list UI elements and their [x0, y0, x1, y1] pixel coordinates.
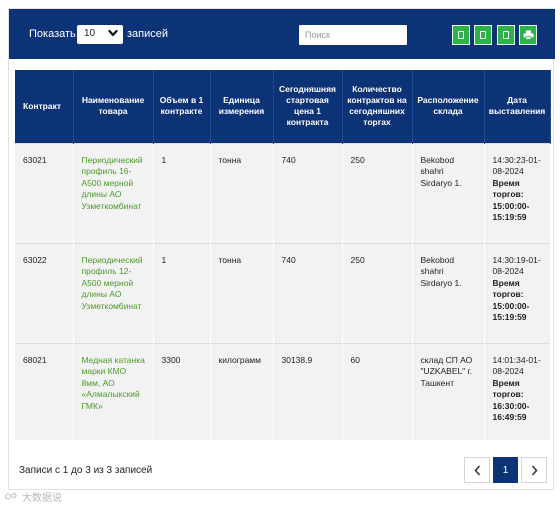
current-page-number: 1 — [502, 464, 509, 476]
trade-time-label: Время торгов: — [492, 277, 524, 300]
cell-start-price: 30138.9 — [273, 342, 343, 440]
cell-contract-count: 250 — [342, 142, 413, 243]
cell-volume: 3300 — [153, 342, 211, 440]
cell-contract: 63021 — [15, 142, 74, 243]
cell-listing-date: 14:01:34-01-08-2024 Время торгов: 16:30:… — [484, 342, 551, 440]
cell-start-price: 740 — [273, 142, 343, 243]
table-row: 63022 Периодический профиль 12-A500 мерн… — [15, 242, 551, 343]
product-name-link[interactable]: Периодический профиль 12-A500 мерной дли… — [73, 242, 154, 343]
cell-warehouse: склад СП АО "UZKABEL" г. Ташкент — [412, 342, 485, 440]
trade-time-range: 16:30:00-16:49:59 — [492, 400, 530, 423]
product-name-link[interactable]: Периодический профиль 16-A500 мерной дли… — [73, 142, 154, 243]
column-header-listing-date[interactable]: Дата выставления — [484, 70, 551, 143]
excel-button[interactable] — [497, 25, 515, 45]
trade-time-range: 15:00:00-15:19:59 — [492, 200, 530, 223]
listing-datetime: 14:30:23-01-08-2024 — [492, 154, 541, 177]
trade-time-label: Время торгов: — [492, 177, 524, 200]
page-length-label-prefix: Показать — [29, 28, 76, 40]
column-header-start-price[interactable]: Сегодняшняя стартовая цена 1 контракта — [273, 70, 343, 143]
contracts-table: Контракт Наименование товара Объем в 1 к… — [15, 70, 551, 440]
next-page-button[interactable] — [521, 457, 547, 483]
cell-unit: тонна — [210, 242, 274, 343]
column-header-unit[interactable]: Единица измерения — [210, 70, 274, 143]
column-header-contract[interactable]: Контракт — [15, 70, 74, 143]
previous-page-button[interactable] — [464, 457, 490, 483]
chevron-right-icon — [531, 465, 538, 475]
column-header-product-name[interactable]: Наименование товара — [73, 70, 154, 143]
table-info-text: Записи с 1 до 3 из 3 записей — [19, 465, 153, 476]
cell-listing-date: 14:30:23-01-08-2024 Время торгов: 15:00:… — [484, 142, 551, 243]
table-row: 63021 Периодический профиль 16-A500 мерн… — [15, 142, 551, 243]
table-toolbar: Показать 10 записей Поиск — [9, 9, 555, 59]
cell-start-price: 740 — [273, 242, 343, 343]
listing-datetime: 14:01:34-01-08-2024 — [492, 354, 541, 377]
page-button-current[interactable]: 1 — [493, 457, 518, 483]
cell-listing-date: 14:30:19-01-08-2024 Время торгов: 15:00:… — [484, 242, 551, 343]
column-header-contract-count[interactable]: Количество контрактов на сегодняшних тор… — [342, 70, 413, 143]
chevron-down-icon — [108, 29, 118, 37]
watermark-logo-icon — [5, 493, 17, 500]
copy-icon — [458, 31, 464, 39]
watermark: 大数据说 — [5, 489, 62, 504]
table-row: 68021 Медная катанка марки КМО 8мм, АО «… — [15, 342, 551, 440]
search-input[interactable]: Поиск — [299, 25, 407, 45]
cell-warehouse: Bekobod shahri Sirdaryo 1. — [412, 142, 485, 243]
page-length-value: 10 — [84, 28, 96, 39]
column-header-volume[interactable]: Объем в 1 контракте — [153, 70, 211, 143]
cell-unit: килограмм — [210, 342, 274, 440]
trade-time-label: Время торгов: — [492, 377, 524, 400]
print-icon — [523, 30, 533, 40]
csv-button[interactable] — [474, 25, 492, 45]
cell-volume: 1 — [153, 142, 211, 243]
cell-warehouse: Bekobod shahri Sirdaryo 1. — [412, 242, 485, 343]
listing-datetime: 14:30:19-01-08-2024 — [492, 254, 541, 277]
csv-icon — [480, 31, 486, 39]
product-name-link[interactable]: Медная катанка марки КМО 8мм, АО «Алмалы… — [73, 342, 154, 440]
trade-time-range: 15:00:00-15:19:59 — [492, 300, 530, 323]
cell-contract: 63022 — [15, 242, 74, 343]
auction-table-panel: Показать 10 записей Поиск Контракт Наиме… — [8, 8, 555, 490]
column-header-warehouse[interactable]: Расположение склада — [412, 70, 485, 143]
excel-icon — [503, 31, 509, 39]
table-header-row: Контракт Наименование товара Объем в 1 к… — [15, 70, 551, 143]
search-placeholder: Поиск — [305, 30, 330, 40]
page-length-select[interactable]: 10 — [77, 25, 123, 44]
cell-contract: 68021 — [15, 342, 74, 440]
watermark-text: 大数据说 — [22, 493, 62, 504]
cell-contract-count: 250 — [342, 242, 413, 343]
cell-volume: 1 — [153, 242, 211, 343]
cell-contract-count: 60 — [342, 342, 413, 440]
cell-unit: тонна — [210, 142, 274, 243]
page-length-label-suffix: записей — [127, 28, 169, 40]
copy-button[interactable] — [452, 25, 470, 45]
chevron-left-icon — [473, 465, 480, 475]
print-button[interactable] — [519, 25, 537, 45]
